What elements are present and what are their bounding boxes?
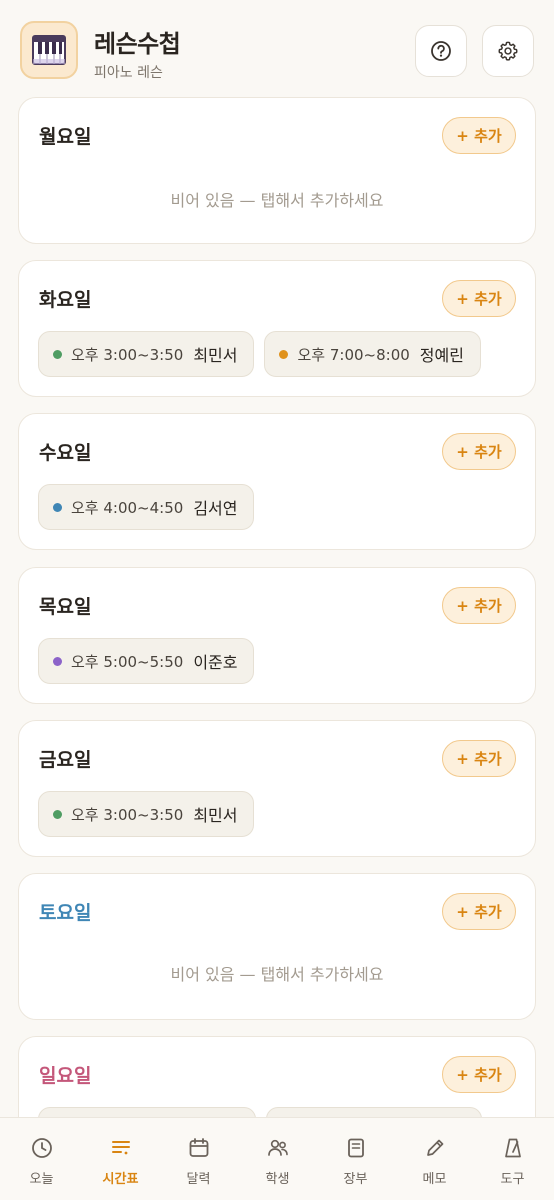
lesson-student: 정예린 (419, 346, 464, 365)
lesson-list: 오후 4:00~4:50 김서연 (38, 484, 255, 530)
nav-label: 학생 (265, 1172, 290, 1187)
add-lesson-button[interactable]: + 추가 (442, 280, 516, 317)
lesson-time: 오후 3:00~3:50 (71, 345, 184, 364)
student-color-dot (279, 349, 289, 359)
lesson-time: 오후 4:00~4:50 (71, 498, 184, 517)
day-name: 수요일 (39, 442, 92, 464)
day-name: 금요일 (39, 749, 92, 771)
lesson-student: 최민서 (193, 806, 238, 825)
nav-label: 달력 (186, 1172, 211, 1187)
add-lesson-button[interactable]: + 추가 (442, 740, 516, 777)
lesson-list: 오후 3:00~3:50 최민서 (38, 791, 255, 837)
day-card-wednesday: 수요일 + 추가 오후 4:00~4:50 김서연 (18, 413, 536, 550)
lesson-student: 이준호 (193, 653, 238, 672)
lesson-chip[interactable]: 오후 5:00~5:50 이준호 (38, 638, 255, 684)
lesson-chip[interactable]: 오후 3:00~3:50 최민서 (38, 331, 255, 377)
bottom-nav: 오늘 시간표 달력 학생 장부 메모 도구 (0, 1117, 554, 1200)
nav-item-calendar[interactable]: 달력 (159, 1118, 238, 1200)
nav-item-tools[interactable]: 도구 (473, 1118, 552, 1200)
nav-item-today[interactable]: 오늘 (2, 1118, 81, 1200)
ledger-icon (344, 1136, 368, 1160)
add-lesson-button[interactable]: + 추가 (442, 893, 516, 930)
help-button[interactable] (415, 25, 467, 77)
lesson-chip[interactable]: 오후 3:00~3:50 최민서 (38, 791, 255, 837)
day-card-tuesday: 화요일 + 추가 오후 3:00~3:50 최민서 오후 7:00~8:00 정… (18, 260, 536, 397)
nav-label: 장부 (343, 1172, 368, 1187)
app-subtitle: 피아노 레슨 (94, 65, 163, 81)
lesson-student: 김서연 (193, 499, 238, 518)
nav-label: 시간표 (102, 1172, 139, 1187)
student-color-dot (53, 809, 62, 819)
nav-item-timetable[interactable]: 시간표 (81, 1118, 160, 1200)
app-title: 레슨수첩 (94, 30, 181, 58)
day-card-thursday: 목요일 + 추가 오후 5:00~5:50 이준호 (18, 567, 536, 704)
empty-placeholder[interactable]: 비어 있음 — 탭해서 추가하세요 (19, 187, 535, 211)
nav-label: 오늘 (29, 1172, 54, 1187)
lesson-chip[interactable]: 오후 4:00~4:50 김서연 (38, 484, 255, 530)
nav-label: 도구 (500, 1172, 525, 1187)
app-header: 레슨수첩 피아노 레슨 (0, 0, 554, 96)
list-icon (109, 1136, 133, 1160)
clock-icon (30, 1136, 54, 1160)
add-lesson-button[interactable]: + 추가 (442, 433, 516, 470)
lesson-list: 오후 3:00~3:50 최민서 오후 7:00~8:00 정예린 (38, 331, 481, 377)
day-name: 목요일 (39, 596, 92, 618)
piano-icon (20, 21, 78, 79)
lesson-list: 오후 5:00~5:50 이준호 (38, 638, 255, 684)
student-color-dot (53, 656, 62, 666)
add-lesson-button[interactable]: + 추가 (442, 1056, 516, 1093)
lesson-time: 오후 5:00~5:50 (71, 652, 184, 671)
day-name: 일요일 (39, 1065, 92, 1087)
day-name: 토요일 (39, 902, 92, 924)
calendar-icon (187, 1136, 211, 1160)
gear-icon (498, 41, 518, 61)
student-color-dot (53, 502, 62, 512)
nav-item-memo[interactable]: 메모 (395, 1118, 474, 1200)
day-name: 월요일 (39, 126, 92, 148)
lesson-student: 최민서 (193, 346, 238, 365)
nav-item-ledger[interactable]: 장부 (316, 1118, 395, 1200)
empty-placeholder[interactable]: 비어 있음 — 탭해서 추가하세요 (19, 961, 535, 985)
nav-item-students[interactable]: 학생 (238, 1118, 317, 1200)
pencil-icon (423, 1136, 447, 1160)
lesson-chip[interactable]: 오후 7:00~8:00 정예린 (264, 331, 481, 377)
people-icon (266, 1136, 290, 1160)
lesson-time: 오후 3:00~3:50 (71, 805, 184, 824)
day-name: 화요일 (39, 289, 92, 311)
metronome-icon (501, 1136, 525, 1160)
settings-button[interactable] (482, 25, 534, 77)
add-lesson-button[interactable]: + 추가 (442, 587, 516, 624)
day-card-friday: 금요일 + 추가 오후 3:00~3:50 최민서 (18, 720, 536, 857)
nav-label: 메모 (422, 1172, 447, 1187)
day-card-monday: 월요일 + 추가 비어 있음 — 탭해서 추가하세요 (18, 97, 536, 244)
lesson-time: 오후 7:00~8:00 (297, 345, 410, 364)
add-lesson-button[interactable]: + 추가 (442, 117, 516, 154)
day-card-saturday: 토요일 + 추가 비어 있음 — 탭해서 추가하세요 (18, 873, 536, 1020)
question-icon (431, 41, 451, 61)
student-color-dot (53, 349, 62, 359)
